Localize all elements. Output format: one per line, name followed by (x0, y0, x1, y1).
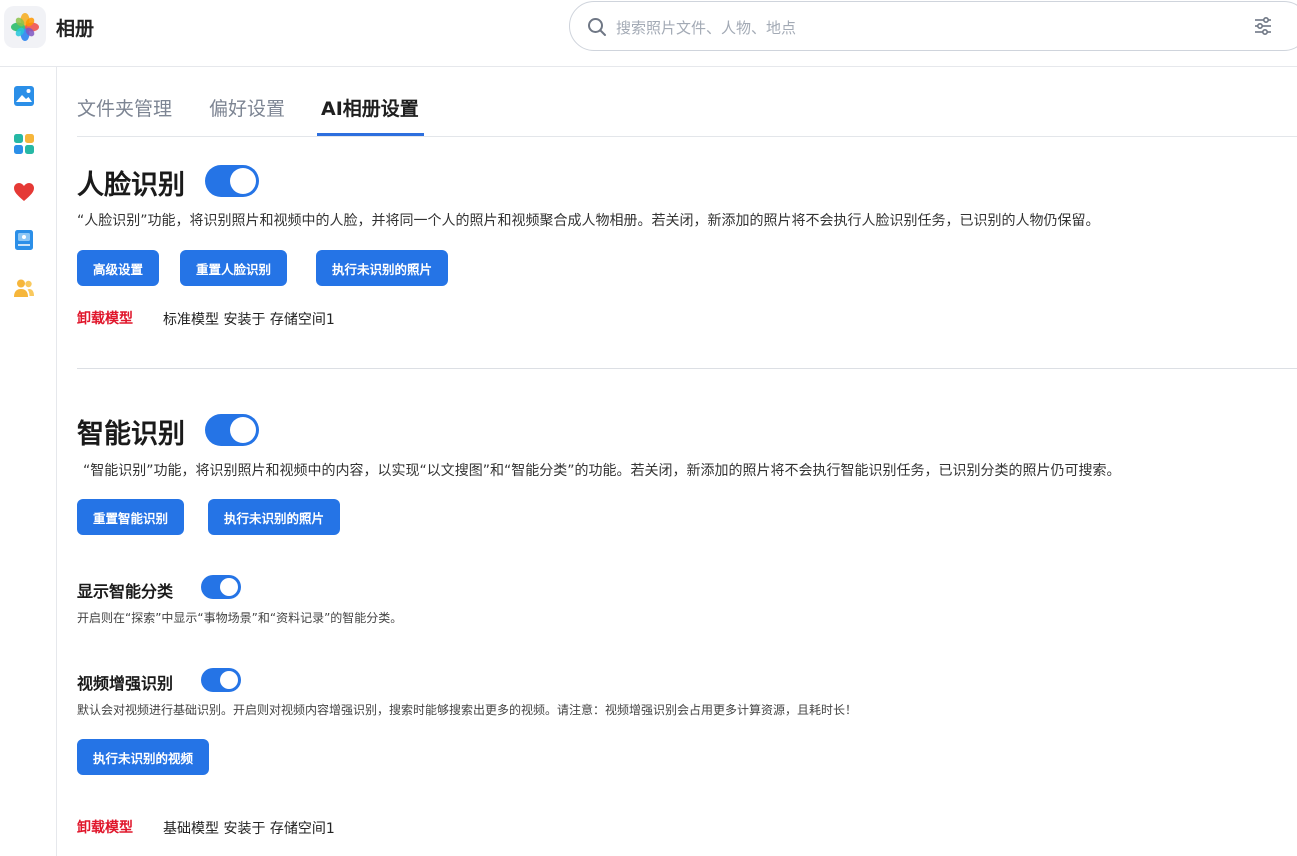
smart-recognition-toggle[interactable] (205, 414, 259, 446)
run-unrecognized-photos-smart-button[interactable]: 执行未识别的照片 (208, 499, 341, 535)
tab-ai-album-settings[interactable]: AI相册设置 (321, 94, 419, 121)
show-smart-category-title: 显示智能分类 (77, 582, 174, 601)
video-enhance-toggle[interactable] (201, 668, 241, 692)
photos-icon (14, 86, 34, 106)
uninstall-smart-model-link[interactable]: 卸载模型 (77, 817, 133, 837)
face-model-info: 标准模型 安装于 存储空间1 (163, 312, 335, 328)
video-enhance-description: 默认会对视频进行基础识别。开启则对视频内容增强识别，搜索时能够搜索出更多的视频。… (77, 703, 858, 717)
sidebar-item-favorites[interactable] (13, 181, 37, 205)
app-logo-icon (4, 6, 46, 48)
show-smart-category-description: 开启则在“探索”中显示“事物场景”和“资料记录”的智能分类。 (77, 611, 403, 625)
reset-smart-recognition-button[interactable]: 重置智能识别 (77, 499, 185, 535)
active-tab-indicator (317, 133, 424, 136)
settings-main: 文件夹管理 偏好设置 AI相册设置 人脸识别 “人脸识别”功能，将识别照片和视频… (57, 67, 1297, 856)
search-bar[interactable] (569, 1, 1297, 51)
app-title: 相册 (56, 18, 95, 40)
search-icon (587, 17, 607, 41)
favorites-heart-icon (14, 183, 34, 201)
smart-model-info: 基础模型 安装于 存储空间1 (163, 821, 335, 837)
face-recognition-title: 人脸识别 (77, 170, 185, 201)
people-icon (14, 279, 34, 297)
show-smart-category-toggle[interactable] (201, 575, 241, 599)
top-bar: 相册 (0, 0, 1297, 67)
run-unrecognized-photos-button[interactable]: 执行未识别的照片 (316, 250, 449, 286)
sidebar-item-storage[interactable] (13, 229, 37, 253)
sidebar-item-people[interactable] (13, 277, 37, 301)
smart-recognition-description: “智能识别”功能，将识别照片和视频中的内容，以实现“以文搜图”和“智能分类”的功… (83, 463, 1121, 479)
search-input[interactable] (614, 15, 1178, 41)
smart-recognition-title: 智能识别 (77, 419, 185, 450)
sidebar (0, 67, 57, 856)
sidebar-item-albums[interactable] (13, 133, 37, 157)
video-enhance-title: 视频增强识别 (77, 674, 174, 693)
face-recognition-toggle[interactable] (205, 165, 259, 197)
tab-folder-management[interactable]: 文件夹管理 (77, 94, 172, 121)
reset-face-recognition-button[interactable]: 重置人脸识别 (180, 250, 288, 286)
settings-tabs: 文件夹管理 偏好设置 AI相册设置 (77, 67, 1297, 137)
run-unrecognized-videos-button[interactable]: 执行未识别的视频 (77, 739, 210, 775)
tab-preferences[interactable]: 偏好设置 (209, 94, 285, 121)
filter-settings-icon[interactable] (1253, 16, 1273, 40)
section-divider (77, 368, 1297, 369)
uninstall-face-model-link[interactable]: 卸载模型 (77, 308, 133, 328)
sidebar-item-photos[interactable] (13, 85, 37, 109)
face-recognition-description: “人脸识别”功能，将识别照片和视频中的人脸，并将同一个人的照片和视频聚合成人物相… (77, 213, 1100, 229)
advanced-settings-button[interactable]: 高级设置 (77, 250, 160, 286)
albums-icon (14, 134, 34, 154)
storage-icon (15, 230, 33, 250)
